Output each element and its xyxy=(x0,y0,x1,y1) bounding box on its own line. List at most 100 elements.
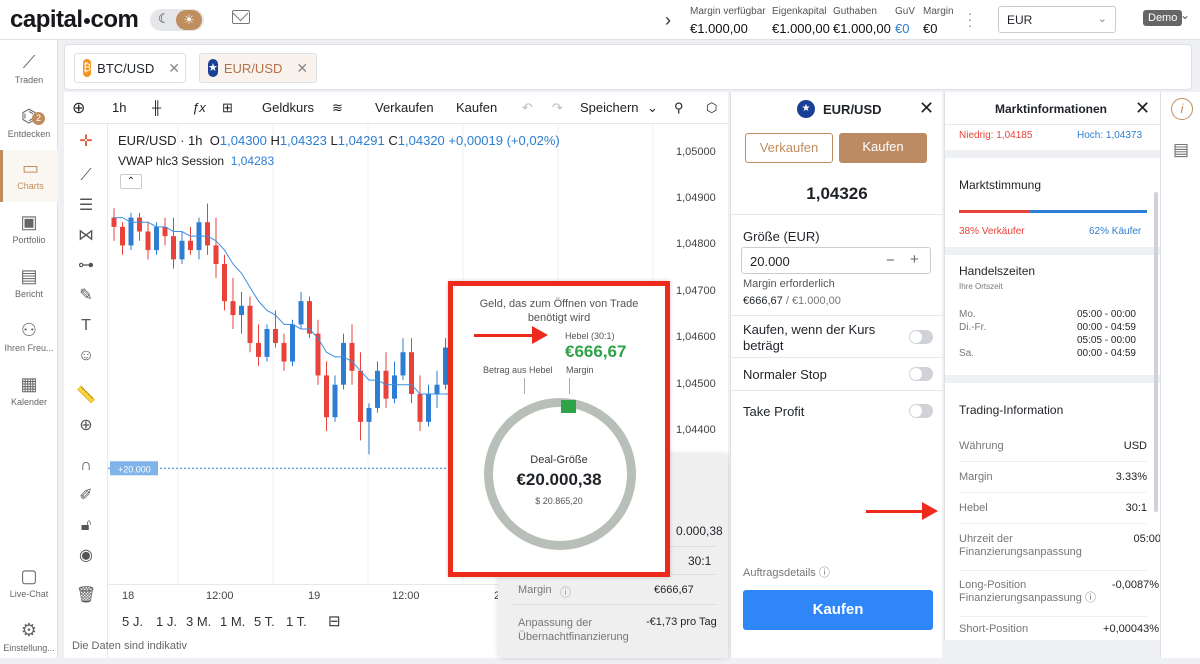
chevron-down-icon[interactable]: ⌄ xyxy=(647,100,658,116)
underlay-leverage-value: 30:1 xyxy=(688,554,712,568)
magnet-icon[interactable]: ∩ xyxy=(76,456,96,476)
nav-friends[interactable]: ⚇ Ihren Freu... xyxy=(0,312,58,364)
settings-icon[interactable]: ⬡ xyxy=(706,100,717,116)
minus-icon[interactable]: − xyxy=(886,252,895,269)
hours-day: Mo. xyxy=(959,309,976,320)
close-icon[interactable]: ✕ xyxy=(919,98,934,119)
market-info-title: Marktinformationen xyxy=(995,102,1108,116)
brush-icon[interactable]: ✎ xyxy=(76,286,96,306)
more-icon[interactable]: · · · xyxy=(966,6,974,32)
prediction-icon[interactable]: ⊶ xyxy=(76,256,96,276)
candle xyxy=(239,305,244,316)
nav-live-chat[interactable]: ▢ Live-Chat xyxy=(0,558,58,610)
range-5y[interactable]: 5 J. xyxy=(122,614,143,629)
ruler-icon[interactable]: 📏 xyxy=(76,386,96,406)
chevron-up-icon[interactable]: ⌃ xyxy=(120,174,142,189)
range-5d[interactable]: 5 T. xyxy=(254,614,275,629)
chevron-right-icon[interactable]: › xyxy=(665,10,671,31)
limit-order-toggle[interactable] xyxy=(909,330,933,344)
buy-toggle-button[interactable]: Kaufen xyxy=(839,133,927,163)
info-icon[interactable]: ⓘ xyxy=(1085,592,1096,604)
order-book-icon[interactable]: ▤ xyxy=(1173,140,1189,160)
tab-btc-usd[interactable]: ₿ BTC/USD ✕ xyxy=(74,53,186,83)
price-type-button[interactable]: Geldkurs xyxy=(262,100,314,115)
buy-button[interactable]: Kaufen xyxy=(456,100,497,115)
nav-entdecken[interactable]: ⌬ Entdecken xyxy=(0,98,58,150)
pattern-icon[interactable]: ⋈ xyxy=(76,226,96,246)
add-icon[interactable]: ⊕ xyxy=(72,98,85,118)
close-icon[interactable]: ✕ xyxy=(1135,98,1150,119)
nav-portfolio[interactable]: ▣ Portfolio xyxy=(0,204,58,256)
scrollbar[interactable] xyxy=(1154,192,1158,512)
chevron-down-icon[interactable]: ⌄ xyxy=(1180,8,1190,22)
nav-kalender[interactable]: ▦ Kalender xyxy=(0,366,58,418)
save-button[interactable]: Speichern xyxy=(580,100,639,115)
range-1d[interactable]: 1 T. xyxy=(286,614,307,629)
alert-icon[interactable]: ⚲ xyxy=(674,100,684,116)
redo-icon[interactable]: ↷ xyxy=(552,100,563,116)
pencil-lock-icon[interactable]: ✐ xyxy=(76,486,96,506)
tab-eur-usd[interactable]: ★ EUR/USD ✕ xyxy=(199,53,317,83)
trendline-icon[interactable]: ⟋ xyxy=(76,166,96,186)
order-details-link[interactable]: Auftragsdetails ⓘ xyxy=(743,564,830,580)
y-tick: 1,04800 xyxy=(676,238,716,251)
market-info-panel: Marktinformationen ✕ Niedrig: 1,04185 Ho… xyxy=(944,92,1161,640)
nav-settings[interactable]: ⚙ Einstellung... xyxy=(0,612,58,664)
close-icon[interactable]: ✕ xyxy=(296,60,308,77)
take-profit-toggle[interactable] xyxy=(909,404,933,418)
close-icon[interactable]: ✕ xyxy=(168,60,180,77)
sell-toggle-button[interactable]: Verkaufen xyxy=(745,133,833,163)
eye-icon[interactable]: ◉ xyxy=(76,546,96,566)
sell-button[interactable]: Verkaufen xyxy=(375,100,434,115)
sun-icon: ☀ xyxy=(176,10,202,30)
compare-icon[interactable]: ≋ xyxy=(332,100,343,116)
candle xyxy=(137,217,142,232)
candle xyxy=(264,329,270,357)
emoji-icon[interactable]: ☺ xyxy=(76,346,96,366)
zoom-in-icon[interactable]: ⊕ xyxy=(76,416,96,436)
lock-icon[interactable]: 🔓︎ xyxy=(76,516,96,536)
undo-icon[interactable]: ↶ xyxy=(522,100,533,116)
calendar-range-icon[interactable]: ⊟ xyxy=(328,612,341,630)
nav-traden[interactable]: ⟋ Traden xyxy=(0,44,58,96)
range-3m[interactable]: 3 M. xyxy=(186,614,211,629)
candle xyxy=(332,384,338,418)
sentiment-sell-fill xyxy=(959,210,1031,213)
layout-icon[interactable]: ⊞ xyxy=(222,100,233,116)
underlay-overnight-value: -€1,73 pro Tag xyxy=(646,616,717,628)
x-tick: 19 xyxy=(308,590,321,602)
range-1m[interactable]: 1 M. xyxy=(220,614,245,629)
currency-select[interactable]: EUR ⌄ xyxy=(998,6,1116,33)
nav-charts[interactable]: ▭ Charts xyxy=(0,150,58,202)
size-input[interactable]: 20.000 − + xyxy=(741,247,931,274)
limit-order-label: Kaufen, wenn der Kurs beträgt xyxy=(743,322,876,353)
order-price: 1,04326 xyxy=(806,184,868,203)
margin-gauge-marker xyxy=(561,400,576,413)
range-1y[interactable]: 1 J. xyxy=(156,614,177,629)
capital-logo[interactable]: capital com xyxy=(10,6,139,34)
charts-count-badge: 2 xyxy=(32,112,45,125)
crosshair-icon[interactable]: ✛ xyxy=(76,132,96,152)
candle xyxy=(324,375,329,418)
demo-badge[interactable]: Demo xyxy=(1143,10,1183,26)
candles-icon[interactable]: ╫ xyxy=(152,100,161,115)
buy-submit-button[interactable]: Kaufen xyxy=(743,590,933,630)
nav-bericht[interactable]: ▤ Bericht xyxy=(0,258,58,310)
text-icon[interactable]: T xyxy=(76,316,96,336)
candle xyxy=(120,226,125,246)
candle xyxy=(188,240,193,251)
underlay-margin-label: Margin xyxy=(518,584,552,596)
interval-button[interactable]: 1h xyxy=(112,100,126,115)
plus-icon[interactable]: + xyxy=(910,251,919,268)
candle xyxy=(349,342,355,371)
info-icon[interactable]: i xyxy=(1171,98,1193,120)
info-icon[interactable]: ⓘ xyxy=(560,584,571,600)
theme-toggle[interactable]: ☾ ☀ xyxy=(150,9,204,31)
info-row-margin: Margin 3.33% xyxy=(959,463,1147,493)
mail-icon[interactable] xyxy=(232,10,250,24)
trash-icon[interactable]: 🗑︎ xyxy=(76,586,96,606)
sentiment-buyers: 62% Käufer xyxy=(1089,226,1142,237)
stop-loss-toggle[interactable] xyxy=(909,367,933,381)
fib-icon[interactable]: ☰ xyxy=(76,196,96,216)
function-icon[interactable]: ƒx xyxy=(192,100,206,115)
